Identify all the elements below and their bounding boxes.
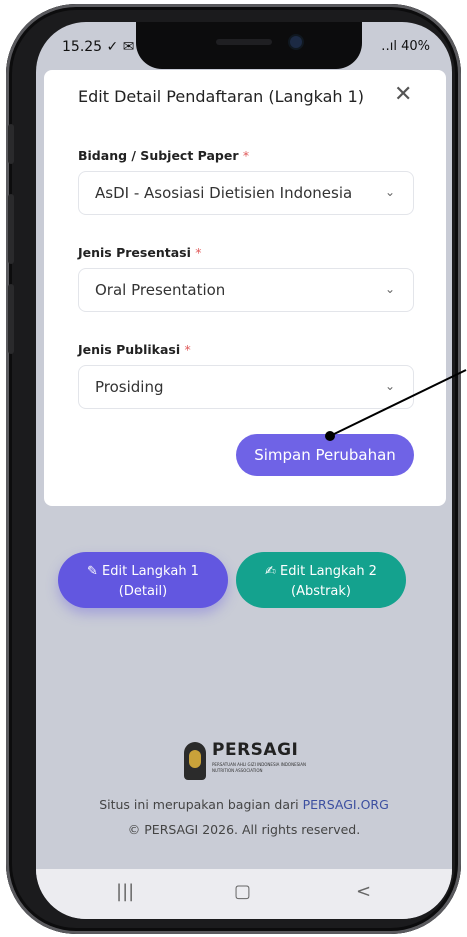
annotation-pointer — [325, 369, 467, 441]
